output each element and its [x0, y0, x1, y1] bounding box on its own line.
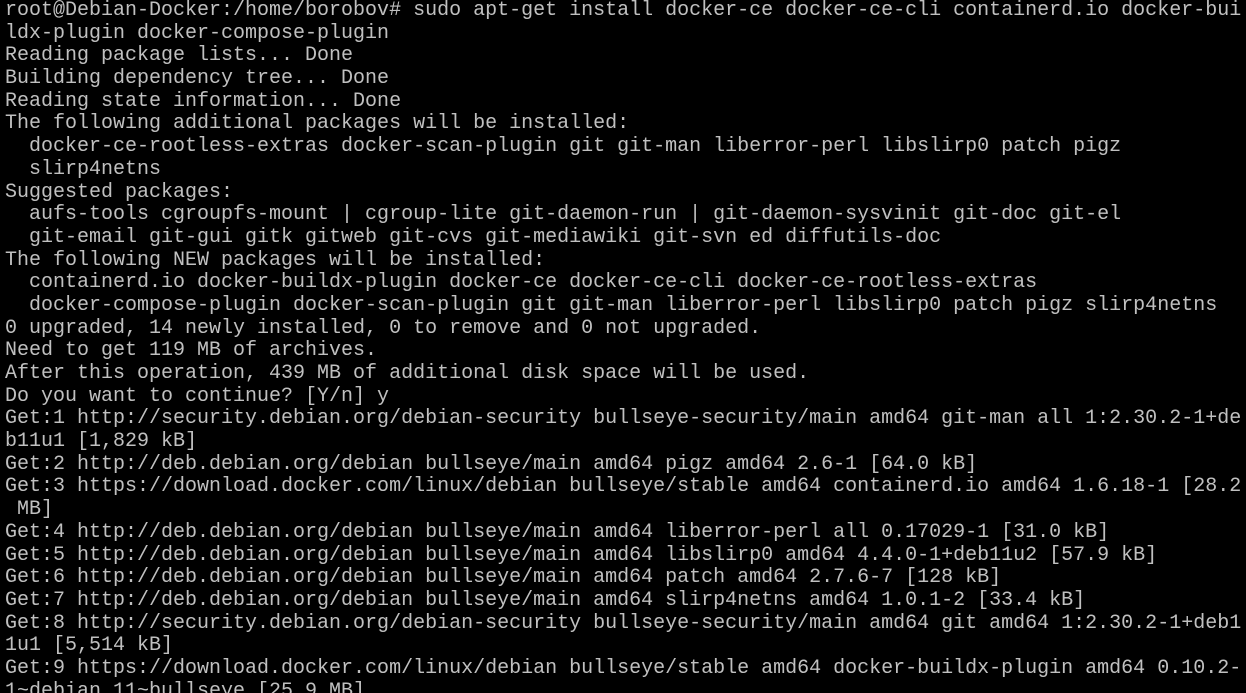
terminal-line: The following additional packages will b… — [5, 112, 630, 136]
terminal-line: MB] — [5, 498, 54, 522]
terminal-line: containerd.io docker-buildx-plugin docke… — [5, 271, 1038, 295]
terminal-line: git-email git-gui gitk gitweb git-cvs gi… — [5, 225, 942, 249]
terminal-window[interactable]: root@Debian-Docker:/home/borobov# sudo a… — [0, 0, 1246, 693]
terminal-line: Building dependency tree... Done — [5, 67, 390, 91]
terminal-line: b11u1 [1,829 kB] — [5, 430, 198, 454]
terminal-line: slirp4netns — [5, 157, 162, 181]
terminal-line: Get:2 http://deb.debian.org/debian bulls… — [5, 452, 978, 476]
terminal-line: ldx-plugin docker-compose-plugin — [5, 21, 390, 45]
terminal-line: Need to get 119 MB of archives. — [5, 339, 378, 363]
terminal-line: Reading package lists... Done — [5, 44, 354, 68]
terminal-line: Get:5 http://deb.debian.org/debian bulls… — [5, 543, 1158, 567]
terminal-line: After this operation, 439 MB of addition… — [5, 362, 810, 385]
terminal-line: Get:4 http://deb.debian.org/debian bulls… — [5, 520, 1110, 544]
terminal-line: Get:9 https://download.docker.com/linux/… — [5, 656, 1242, 680]
terminal-line: Get:6 http://deb.debian.org/debian bulls… — [5, 566, 1002, 590]
terminal-line: aufs-tools cgroupfs-mount | cgroup-lite … — [5, 203, 1122, 227]
terminal-line: Get:8 http://security.debian.org/debian-… — [5, 611, 1242, 635]
terminal-line: Get:1 http://security.debian.org/debian-… — [5, 407, 1242, 431]
terminal-line: Get:7 http://deb.debian.org/debian bulls… — [5, 588, 1086, 612]
terminal-line: 0 upgraded, 14 newly installed, 0 to rem… — [5, 316, 762, 340]
terminal-line: root@Debian-Docker:/home/borobov# sudo a… — [5, 0, 1242, 22]
terminal-line: Reading state information... Done — [5, 89, 402, 113]
terminal-line: 1~debian.11~bullseye [25.9 MB] — [5, 679, 366, 693]
terminal-line: Do you want to continue? [Y/n] y — [5, 384, 390, 408]
terminal-line: Get:3 https://download.docker.com/linux/… — [5, 475, 1242, 499]
terminal-line: docker-ce-rootless-extras docker-scan-pl… — [5, 135, 1122, 159]
terminal-line: docker-compose-plugin docker-scan-plugin… — [5, 293, 1218, 317]
terminal-line: Suggested packages: — [5, 180, 234, 204]
terminal-line: The following NEW packages will be insta… — [5, 248, 546, 272]
terminal-line: 1u1 [5,514 kB] — [5, 634, 174, 658]
